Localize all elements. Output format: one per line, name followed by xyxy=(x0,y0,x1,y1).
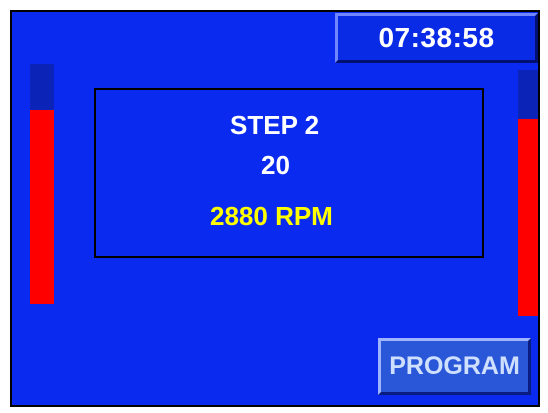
left-level-gauge xyxy=(30,64,54,304)
hmi-screen: 07:38:58 STEP 2 20 2880 RPM PROGRAM xyxy=(10,10,540,407)
step-value: 20 xyxy=(261,150,290,180)
right-level-gauge-fill xyxy=(518,119,538,316)
left-level-gauge-fill xyxy=(30,109,54,304)
right-level-gauge xyxy=(518,70,538,316)
speed-readout: 2880 RPM xyxy=(210,201,333,231)
status-panel: STEP 2 20 2880 RPM xyxy=(94,88,484,258)
clock-display: 07:38:58 xyxy=(335,13,538,63)
program-button[interactable]: PROGRAM xyxy=(378,338,531,395)
step-label: STEP 2 xyxy=(230,110,320,140)
